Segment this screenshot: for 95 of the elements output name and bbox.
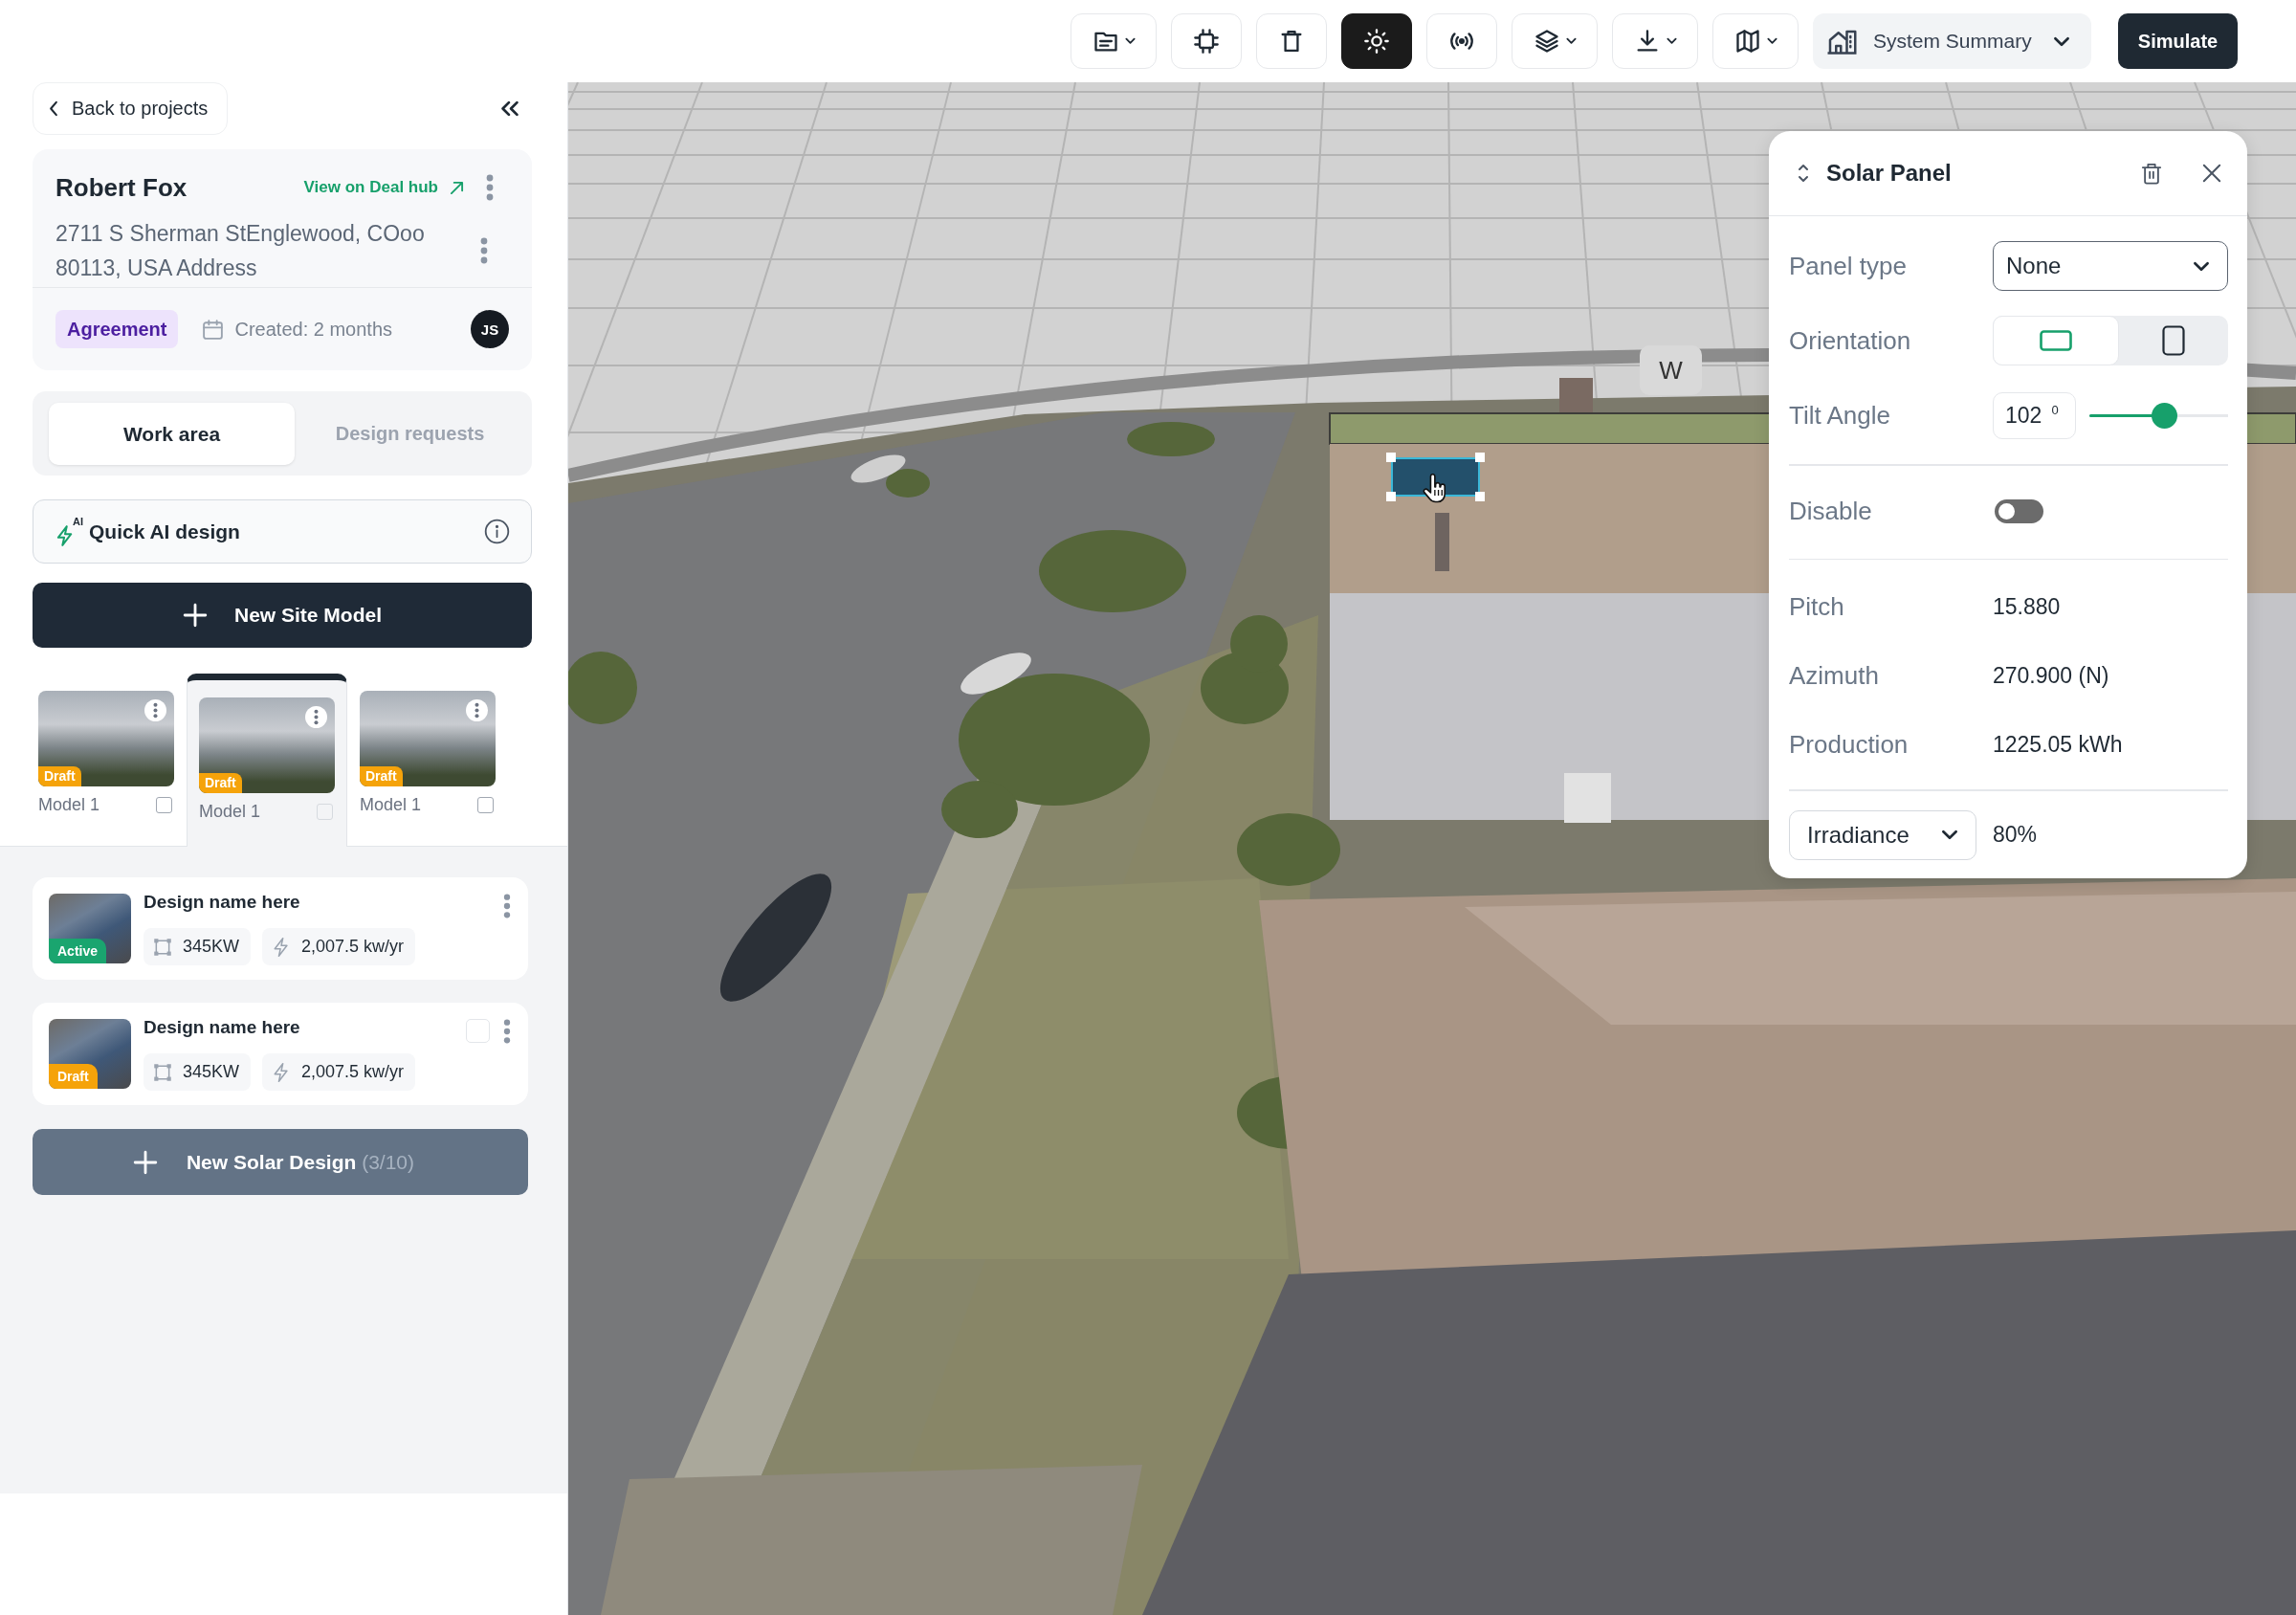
- broadcast-button[interactable]: [1426, 13, 1497, 69]
- model-tab[interactable]: Draft Model 1: [187, 674, 347, 848]
- map-menu-button[interactable]: [1712, 13, 1799, 69]
- panel-type-dropdown[interactable]: None: [1993, 241, 2228, 291]
- field-value: 15.880: [1993, 593, 2062, 620]
- back-to-projects-button[interactable]: Back to projects: [33, 82, 229, 135]
- panel-title: Solar Panel: [1826, 160, 1952, 187]
- field-label: Production: [1789, 729, 1910, 760]
- map-icon: [1733, 28, 1761, 55]
- lightning-icon: [56, 523, 74, 547]
- tab[interactable]: Work area: [49, 403, 295, 465]
- landscape-rectangle-icon: [2040, 330, 2072, 351]
- customer-address: 2711 S Sherman StEnglewood, COoo 80113, USA Address: [55, 220, 426, 282]
- chip-icon: [1193, 28, 1220, 55]
- model-checkbox[interactable]: [477, 797, 494, 813]
- status-badge: Draft: [199, 773, 242, 793]
- production-value: 2,007.5 kw/yr: [301, 937, 405, 957]
- design-name: Design name here: [144, 891, 301, 914]
- field-label: Orientation: [1789, 325, 1912, 356]
- design-checkbox[interactable]: [466, 1019, 490, 1043]
- model-checkbox[interactable]: [317, 804, 333, 820]
- close-icon[interactable]: [2202, 164, 2221, 183]
- overlay-dropdown[interactable]: Irradiance: [1789, 809, 1976, 860]
- capacity-value: 345KW: [183, 1062, 240, 1082]
- more-options-icon[interactable]: [480, 237, 488, 264]
- chevron-down-icon: [2053, 35, 2070, 47]
- landscape-option[interactable]: [1993, 316, 2119, 365]
- model-checkbox[interactable]: [156, 797, 172, 813]
- field-label: Pitch: [1789, 591, 1845, 622]
- customer-name: Robert Fox: [55, 172, 188, 203]
- overlay-reading: 80%: [1993, 822, 2039, 848]
- new-site-model-button[interactable]: New Site Model: [33, 583, 532, 648]
- field-label: Tilt Angle: [1789, 400, 1891, 431]
- design-card[interactable]: Draft Design name here 345KW 2,007.5 kw/yr: [33, 1003, 528, 1105]
- sun-button[interactable]: [1341, 13, 1412, 69]
- expand-collapse-icon[interactable]: [1798, 163, 1809, 184]
- created-date: Created: 2 months: [234, 318, 392, 341]
- more-options-icon[interactable]: [466, 699, 488, 721]
- more-options-icon[interactable]: [486, 174, 494, 201]
- model-name: Model 1: [360, 795, 422, 815]
- disable-toggle[interactable]: [1995, 499, 2043, 523]
- plus-icon: [132, 1149, 158, 1175]
- design-name: Design name here: [144, 1016, 301, 1039]
- sun-icon: [1363, 28, 1390, 55]
- status-badge: Draft: [49, 1064, 98, 1089]
- stage-badge: Agreement: [55, 310, 179, 348]
- new-solar-design-button[interactable]: New Solar Design (3/10): [33, 1129, 528, 1195]
- calendar-icon: [201, 317, 226, 342]
- chevron-left-icon: [49, 100, 58, 117]
- chevron-down-icon: [1941, 830, 1958, 840]
- ai-label: AI: [73, 516, 83, 527]
- field-label: Azimuth: [1789, 660, 1880, 691]
- system-summary-dropdown[interactable]: System Summary: [1813, 13, 2091, 69]
- design-card[interactable]: Active Design name here 345KW 2,007.5 kw/yr: [33, 877, 528, 980]
- more-options-icon[interactable]: [503, 1019, 511, 1044]
- capacity-value: 345KW: [183, 937, 240, 957]
- area-icon: [153, 936, 172, 958]
- external-arrow-icon[interactable]: [450, 180, 464, 195]
- chevron-down-icon: [2193, 260, 2210, 272]
- processor-button[interactable]: [1171, 13, 1242, 69]
- quick-ai-design-bar[interactable]: AI Quick AI design: [33, 499, 532, 564]
- field-label: Disable: [1789, 497, 1873, 526]
- model-name: Model 1: [38, 795, 100, 815]
- field-label: Panel type: [1789, 251, 1908, 281]
- more-options-icon[interactable]: [503, 894, 511, 918]
- production-value: 2,007.5 kw/yr: [301, 1062, 405, 1082]
- tilt-angle-field[interactable]: 102 $^{0}$: [1993, 391, 2076, 439]
- field-value: 1225.05 kWh: [1993, 731, 2124, 758]
- compass-marker: W: [1640, 345, 1702, 395]
- download-menu-button[interactable]: [1612, 13, 1698, 69]
- more-options-icon[interactable]: [144, 699, 166, 721]
- quick-ai-design-label: Quick AI design: [89, 520, 240, 543]
- field-value: 270.900 (N): [1993, 662, 2110, 689]
- model-name: Model 1: [199, 802, 261, 822]
- status-badge: Draft: [360, 766, 403, 786]
- simulate-button[interactable]: Simulate: [2118, 13, 2238, 69]
- layers-icon: [1533, 28, 1560, 55]
- status-badge: Active: [49, 939, 107, 963]
- plus-icon: [183, 603, 208, 628]
- model-tab[interactable]: Draft Model 1: [26, 674, 187, 846]
- layers-menu-button[interactable]: [1512, 13, 1598, 69]
- selected-solar-panel[interactable]: [1386, 453, 1485, 501]
- info-icon[interactable]: [484, 519, 510, 544]
- more-options-icon[interactable]: [305, 706, 327, 728]
- folder-menu-button[interactable]: [1071, 13, 1157, 69]
- model-tab[interactable]: Draft Model 1: [347, 674, 508, 846]
- owner-avatar: JS: [471, 310, 509, 348]
- collapse-sidebar-icon[interactable]: [499, 100, 520, 117]
- portrait-rectangle-icon: [2162, 325, 2185, 356]
- trash-icon[interactable]: [2141, 161, 2162, 186]
- delete-button[interactable]: [1256, 13, 1327, 69]
- slider-thumb[interactable]: [2152, 402, 2178, 429]
- status-badge: Draft: [38, 766, 81, 786]
- hand-cursor-icon: [1423, 474, 1446, 503]
- area-icon: [153, 1061, 172, 1083]
